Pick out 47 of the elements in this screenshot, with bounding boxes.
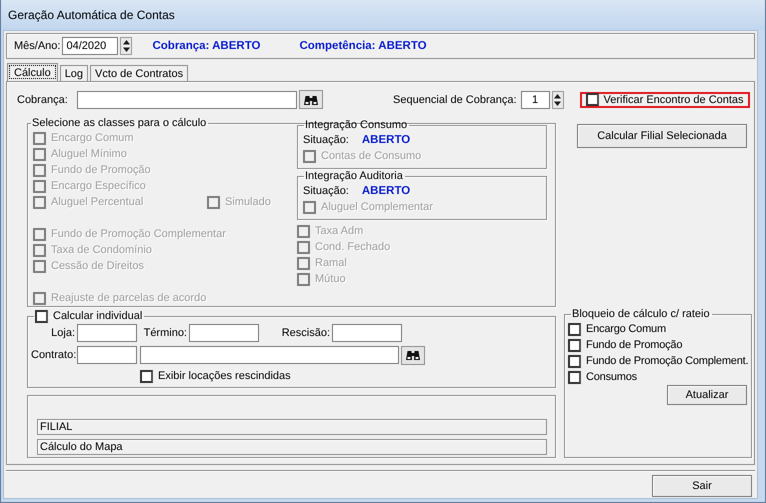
cobranca-field[interactable] bbox=[77, 90, 297, 108]
contrato-name-field[interactable] bbox=[140, 346, 399, 364]
status-text: Competência: ABERTO bbox=[299, 40, 427, 52]
sequencial-field[interactable]: 1 bbox=[520, 90, 550, 108]
search-button[interactable] bbox=[299, 90, 323, 109]
bloqueio-checkbox[interactable]: Fundo de Promoção bbox=[568, 337, 751, 353]
loja-label: Loja: bbox=[50, 327, 76, 339]
calcular-button[interactable]: Calcular Filial Selecionada bbox=[577, 124, 747, 148]
group-title: Selecione as classes para o cálculo bbox=[31, 117, 208, 130]
group-title: Integração Auditoria bbox=[304, 170, 404, 183]
month-field[interactable]: 04/2020 bbox=[62, 37, 118, 55]
contrato-field[interactable] bbox=[77, 346, 137, 364]
individual-checkbox[interactable]: Calcular individual bbox=[35, 308, 142, 324]
status-text: ABERTO bbox=[362, 185, 410, 197]
bloqueio-checkbox[interactable]: Encargo Comum bbox=[568, 321, 751, 337]
situacao-label: Situação: bbox=[303, 185, 349, 197]
spinner-button[interactable] bbox=[552, 90, 564, 108]
tab[interactable]: Log bbox=[60, 65, 88, 81]
spinner-button[interactable] bbox=[120, 37, 132, 55]
exibir-checkbox[interactable]: Exibir locações rescindidas bbox=[140, 368, 555, 384]
search-button[interactable] bbox=[401, 346, 425, 364]
month-label: Mês/Ano: bbox=[14, 40, 60, 52]
status-text: Cobrança: ABERTO bbox=[152, 40, 260, 52]
exit-button[interactable]: Sair bbox=[652, 475, 752, 497]
tab[interactable]: Vcto de Contratos bbox=[90, 65, 188, 81]
binoculars-icon bbox=[405, 349, 421, 361]
bloqueio-checkbox[interactable]: Consumos bbox=[568, 369, 751, 385]
termino-field[interactable] bbox=[189, 324, 259, 342]
loja-field[interactable] bbox=[77, 324, 137, 342]
binoculars-icon bbox=[303, 94, 319, 106]
rescisao-field[interactable] bbox=[332, 324, 402, 342]
cobranca-label: Cobrança: bbox=[17, 94, 69, 106]
atualizar-button[interactable]: Atualizar bbox=[667, 385, 747, 405]
contrato-label: Contrato: bbox=[31, 349, 77, 361]
status-panel: Cálculo do Mapa bbox=[37, 439, 547, 455]
status-panel: FILIAL bbox=[37, 419, 547, 435]
rescisao-label: Rescisão: bbox=[280, 327, 331, 339]
bloqueio-checkbox[interactable]: Fundo de Promoção Complement. bbox=[568, 353, 751, 369]
group-title: Bloqueio de cálculo c/ rateio bbox=[571, 308, 711, 321]
status-text: ABERTO bbox=[362, 134, 410, 146]
verificar-checkbox[interactable]: Verificar Encontro de Contas bbox=[580, 92, 750, 108]
situacao-label: Situação: bbox=[303, 134, 349, 146]
termino-label: Término: bbox=[142, 327, 188, 339]
group-title: Integração Consumo bbox=[304, 119, 408, 132]
tab[interactable]: Cálculo bbox=[7, 63, 58, 81]
window-title: Geração Automática de Contas bbox=[8, 8, 175, 22]
sequencial-label: Sequencial de Cobrança: bbox=[393, 94, 517, 106]
